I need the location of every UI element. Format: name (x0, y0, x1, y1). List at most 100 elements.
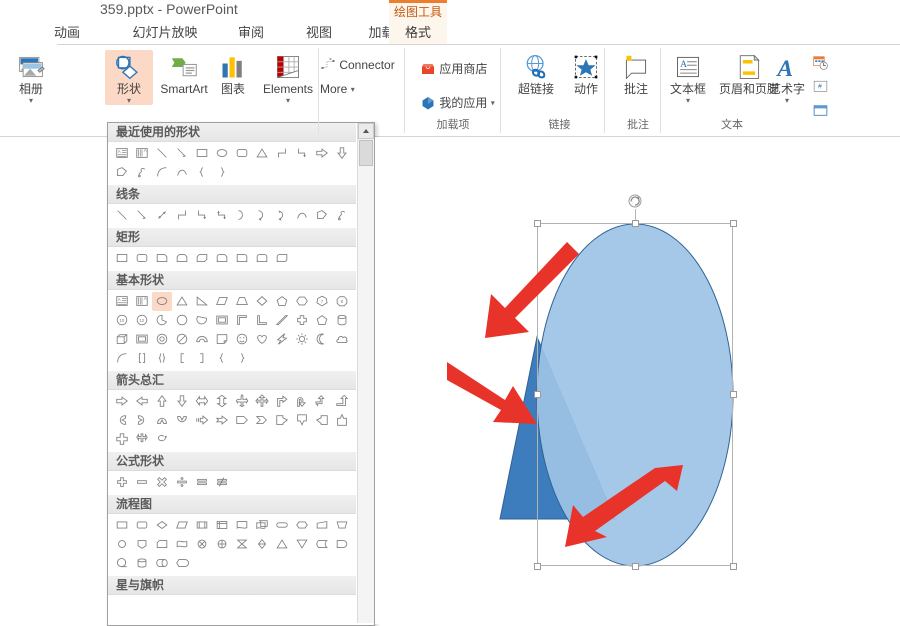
selection-handle-se[interactable] (729, 562, 737, 570)
chevron-down-icon[interactable]: ▾ (491, 99, 495, 108)
shape-pentagon-arrow[interactable] (232, 411, 252, 430)
shape-curved-arrow[interactable] (252, 206, 272, 225)
shape-right-bracket[interactable] (192, 349, 212, 368)
shape-left-brace[interactable] (192, 163, 212, 182)
slide-number-icon[interactable]: # (812, 78, 829, 95)
shape-round-single-corner[interactable] (232, 249, 252, 268)
shape-triangle[interactable] (252, 144, 272, 163)
shape-bevel[interactable] (132, 330, 152, 349)
shape-process[interactable] (112, 516, 132, 535)
shape-donut[interactable] (152, 330, 172, 349)
shape-chevron-arrow[interactable] (252, 411, 272, 430)
shape-rectangle[interactable] (192, 144, 212, 163)
shape-line-double-arrow[interactable] (152, 206, 172, 225)
shape-cloud[interactable] (332, 330, 352, 349)
shape-oval[interactable] (152, 292, 172, 311)
shape-elbow-arrow-connector[interactable] (292, 144, 312, 163)
shape-divide[interactable] (172, 473, 192, 492)
shape-off-page-connector[interactable] (132, 535, 152, 554)
chevron-down-icon[interactable]: ▾ (105, 97, 153, 105)
shape-rectangle[interactable] (112, 249, 132, 268)
shape-right-arrow-callout[interactable] (272, 411, 292, 430)
shape-pentagon[interactable] (272, 292, 292, 311)
shape-u-turn-arrow[interactable] (292, 392, 312, 411)
shape-curved-connector[interactable] (232, 206, 252, 225)
rotation-handle-icon[interactable] (626, 192, 644, 210)
shape-predefined-process[interactable] (192, 516, 212, 535)
shape-snip-diagonal-corner[interactable] (192, 249, 212, 268)
shape-equal[interactable] (192, 473, 212, 492)
shape-internal-storage[interactable] (212, 516, 232, 535)
chart-button[interactable]: 图表 (212, 50, 254, 96)
shape-pie[interactable] (152, 311, 172, 330)
shape-right-brace[interactable] (212, 163, 232, 182)
shape-quad-arrow-callout[interactable] (132, 430, 152, 449)
shape-document[interactable] (232, 516, 252, 535)
shape-l-shape[interactable] (232, 311, 252, 330)
elements-button[interactable]: Elements ▾ (258, 50, 318, 105)
shape-text-box[interactable]: A (112, 292, 132, 311)
chevron-down-icon[interactable]: ▾ (8, 97, 54, 105)
shape-left-brace[interactable] (212, 349, 232, 368)
shape-down-arrow-callout[interactable] (292, 411, 312, 430)
shape-scribble[interactable] (332, 206, 352, 225)
shape-vertical-text-box[interactable]: A (132, 292, 152, 311)
more-button[interactable]: More ▾ (320, 81, 355, 96)
tab-review[interactable]: 审阅 (228, 20, 274, 45)
shape-up-arrow[interactable] (152, 392, 172, 411)
shape-up-arrow-callout[interactable] (332, 411, 352, 430)
shape-smiley-face[interactable] (232, 330, 252, 349)
shape-heart[interactable] (252, 330, 272, 349)
slide-canvas[interactable] (375, 137, 900, 624)
shape-elbow-connector[interactable] (272, 144, 292, 163)
shape-arc[interactable] (112, 349, 132, 368)
shape-block-arc[interactable] (192, 330, 212, 349)
shape-down-arrow[interactable] (172, 392, 192, 411)
shape-up-down-arrow[interactable] (212, 392, 232, 411)
shape-decagon[interactable]: 10 (112, 311, 132, 330)
shape-merge[interactable] (292, 535, 312, 554)
shape-vertical-text-box[interactable]: A (132, 144, 152, 163)
shapes-gallery-flyout[interactable]: 最近使用的形状 A A 线条 矩形 基本形状 A A 7 8 10 12 箭头总汇 公式形状 流程图 星与旗帜 (107, 122, 375, 626)
shape-direct-access-storage[interactable] (152, 554, 172, 573)
comment-button[interactable]: 批注 (614, 50, 658, 96)
chevron-down-icon[interactable]: ▾ (258, 97, 318, 105)
shape-punched-tape[interactable] (172, 535, 192, 554)
shape-trapezoid[interactable] (232, 292, 252, 311)
shape-rounded-rectangle[interactable] (232, 144, 252, 163)
scroll-up-arrow-icon[interactable] (358, 123, 374, 139)
shape-striped-right-arrow[interactable] (192, 411, 212, 430)
shape-chord[interactable] (192, 311, 212, 330)
shape-cross-arrow[interactable] (112, 430, 132, 449)
shape-arc[interactable] (152, 163, 172, 182)
selection-handle-ne[interactable] (729, 219, 737, 227)
textbox-button[interactable]: A 文本框 ▾ (663, 50, 713, 105)
shape-plus[interactable] (112, 473, 132, 492)
shape-round-diagonal-corner[interactable] (272, 249, 292, 268)
shape-left-arrow[interactable] (132, 392, 152, 411)
shape-preparation[interactable] (292, 516, 312, 535)
tab-format[interactable]: 格式 (389, 20, 447, 45)
shape-sequential-access-storage[interactable] (112, 554, 132, 573)
shape-snip-single-corner[interactable] (152, 249, 172, 268)
shape-multiply[interactable] (152, 473, 172, 492)
selection-handle-s[interactable] (631, 562, 639, 570)
chevron-down-icon[interactable]: ▾ (351, 85, 355, 94)
shape-round-same-side-corner[interactable] (252, 249, 272, 268)
shape-left-arrow-callout[interactable] (312, 411, 332, 430)
shape-card[interactable] (152, 535, 172, 554)
shape-or[interactable] (212, 535, 232, 554)
shape-diamond[interactable] (252, 292, 272, 311)
shape-left-right-up-arrow[interactable] (252, 392, 272, 411)
tab-slideshow[interactable]: 幻灯片放映 (120, 20, 210, 45)
shape-manual-input[interactable] (312, 516, 332, 535)
shape-parallelogram[interactable] (212, 292, 232, 311)
shape-summing-junction[interactable] (192, 535, 212, 554)
shape-display[interactable] (172, 554, 192, 573)
shapes-button[interactable]: 形状 ▾ (105, 50, 153, 105)
myapps-button[interactable]: 我的应用 ▾ (420, 94, 495, 111)
shape-right-triangle[interactable] (192, 292, 212, 311)
shape-cube[interactable] (112, 330, 132, 349)
shape-no-symbol[interactable] (172, 330, 192, 349)
selection-handle-nw[interactable] (533, 219, 541, 227)
